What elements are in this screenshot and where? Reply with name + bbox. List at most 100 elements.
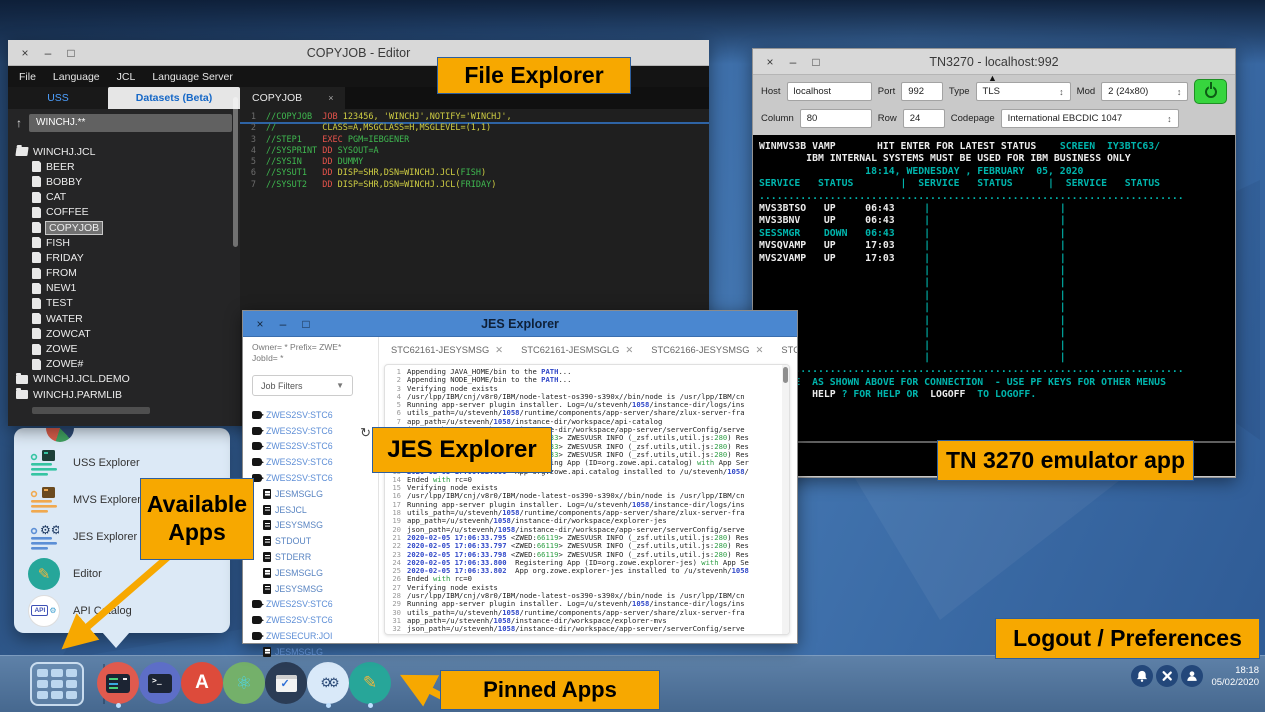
document-icon [263,536,271,546]
tab-datasets[interactable]: Datasets (Beta) [108,87,240,109]
annotation-jes-explorer: JES Explorer [372,427,552,473]
job-filters-dropdown[interactable]: Job Filters ▼ [252,375,353,396]
type-select[interactable]: TLS↕ [976,82,1071,101]
menu-language[interactable]: Language [53,71,100,83]
job-item[interactable]: ZWES2SV:STC6 [252,597,378,613]
job-item[interactable]: ZWES2SV:STC6 [252,454,378,470]
notifications-bell-icon[interactable] [1131,665,1153,687]
document-icon [263,505,271,515]
job-item[interactable]: ZWESECUR:JOI [252,628,378,644]
jes-output-tab[interactable]: STC62161-JESMSGLG✕ [521,345,633,356]
tree-scrollbar[interactable] [233,97,238,247]
pinned-app-jes-explorer[interactable]: ⚙⚙ [307,662,349,708]
user-account-icon[interactable] [1181,665,1203,687]
collapse-panel-icon[interactable]: ▲ [988,73,997,83]
updown-icon: ↕ [1059,87,1064,97]
job-item[interactable]: ZWES2SV:STC6 [252,423,378,439]
jes-output-tab[interactable]: STC62166-JESM✕ [781,345,797,356]
close-tab-icon[interactable]: ✕ [495,345,503,356]
codepage-select[interactable]: International EBCDIC 1047↕ [1001,109,1179,128]
dataset-filter-input[interactable]: WINCHJ.** [29,114,232,132]
job-output-viewer[interactable]: 1Appending JAVA_HOME/bin to the PATH...2… [384,364,790,635]
pinned-app-react[interactable]: ⚛ [223,662,265,708]
tn3270-window[interactable]: × – □ TN3270 - localhost:992 ▲ Host loca… [752,48,1236,478]
up-arrow-icon[interactable]: ↑ [16,116,22,130]
app-menu-item-api[interactable]: API⚙API Catalog [14,592,230,629]
job-icon [252,616,262,624]
tab-uss[interactable]: USS [8,87,108,109]
spool-file-item[interactable]: STDERR [263,549,378,565]
tree-item[interactable]: TEST [32,296,240,311]
spool-file-item[interactable]: JESMSGLG [263,644,378,660]
tree-item[interactable]: FISH [32,235,240,250]
spool-file-item[interactable]: JESYSMSG [263,518,378,534]
pinned-app-terminal-red[interactable] [97,662,139,708]
preferences-tools-icon[interactable] [1156,665,1178,687]
tree-item[interactable]: FRIDAY [32,250,240,265]
jes-titlebar: × – □ JES Explorer [243,311,797,337]
tree-item[interactable]: ZOWE [32,341,240,356]
log-scrollbar[interactable] [782,365,789,634]
spool-file-item[interactable]: JESYSMSG [263,581,378,597]
tree-item[interactable]: CAT [32,190,240,205]
app-launcher-button[interactable] [30,662,84,706]
tree-item[interactable]: BOBBY [32,174,240,189]
refresh-icon[interactable]: ↻ [360,425,371,441]
close-tab-icon[interactable]: × [328,93,333,103]
api-app-icon: API⚙ [28,595,60,627]
tn3270-titlebar: × – □ TN3270 - localhost:992 [753,49,1235,75]
tree-item[interactable]: FROM [32,266,240,281]
jes-output-tab[interactable]: STC62161-JESYSMSG✕ [391,345,503,356]
spool-file-item[interactable]: JESMSGLG [263,565,378,581]
tree-item[interactable]: BEER [32,159,240,174]
tree-item[interactable]: ZOWCAT [32,326,240,341]
partial-app-icon[interactable] [46,428,74,442]
pinned-app-angular[interactable]: A [181,662,223,708]
file-icon [32,161,41,172]
close-tab-icon[interactable]: ✕ [625,345,633,356]
job-item[interactable]: ZWES2SV:STC6 [252,470,378,486]
row-input[interactable]: 24 [903,109,945,128]
tree-item[interactable]: COPYJOB [32,220,240,235]
tree-item[interactable]: NEW1 [32,281,240,296]
jes-explorer-window[interactable]: × – □ JES Explorer Owner= * Prefix= ZWE*… [242,310,798,644]
updown-icon: ↕ [1177,87,1182,97]
menu-language-server[interactable]: Language Server [152,71,233,83]
menu-jcl[interactable]: JCL [117,71,136,83]
mod-select[interactable]: 2 (24x80)↕ [1101,82,1188,101]
job-item[interactable]: ZWES2SV:STC6 [252,407,378,423]
pinned-app-tasks[interactable] [265,662,307,708]
tree-item[interactable]: COFFEE [32,205,240,220]
job-item[interactable]: ZWES2SV:STC6 [252,612,378,628]
spool-file-item[interactable]: STDOUT [263,533,378,549]
document-icon [263,647,271,657]
pinned-app-editor[interactable]: ✎ [349,662,391,708]
terminal-screen[interactable]: WINMVS3B VAMP HIT ENTER FOR LATEST STATU… [753,135,1235,441]
spool-file-item[interactable]: JESJCL [263,502,378,518]
close-tab-icon[interactable]: ✕ [755,345,763,356]
app-menu-item-uss[interactable]: USS Explorer [14,444,230,481]
tree-item[interactable]: WATER [32,311,240,326]
file-icon [32,252,41,263]
connect-power-button[interactable] [1194,79,1227,104]
tn3270-connection-panel: ▲ Host localhost Port 992 Type TLS↕ Mod … [753,75,1235,135]
clock-date: 05/02/2020 [1211,677,1259,689]
spool-file-item[interactable]: JESMSGLG [263,486,378,502]
port-input[interactable]: 992 [901,82,943,101]
menu-file[interactable]: File [19,71,36,83]
terminal-red-icon [97,662,139,704]
tree-item[interactable]: WINCHJ.JCL [16,144,240,159]
editor-file-tab[interactable]: COPYJOB × [240,87,345,109]
host-input[interactable]: localhost [787,82,872,101]
tree-item[interactable]: ZOWE# [32,357,240,372]
app-menu-item-editor[interactable]: ✎Editor [14,555,230,592]
pinned-app-terminal-indigo[interactable] [139,662,181,708]
column-input[interactable]: 80 [800,109,872,128]
jes-output-tab[interactable]: STC62166-JESYSMSG✕ [651,345,763,356]
terminal-indigo-icon [139,662,181,704]
tree-item[interactable]: WINCHJ.PARMLIB [16,387,240,402]
tree-item[interactable]: WINCHJ.JCL.DEMO [16,372,240,387]
job-item[interactable]: ZWES2SV:STC6 [252,439,378,455]
code-line: 4//SYSPRINT DD SYSOUT=A [240,146,709,157]
host-label: Host [761,86,781,97]
